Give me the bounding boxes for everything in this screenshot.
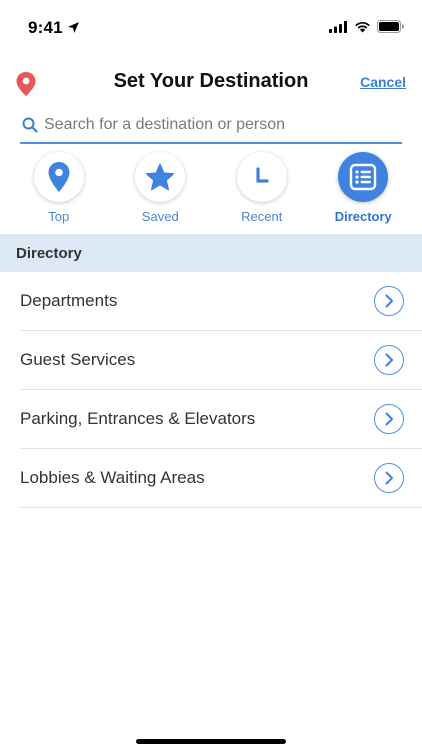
list-item-label: Departments — [20, 291, 118, 310]
chevron-right-icon[interactable] — [374, 404, 404, 434]
tab-recent[interactable]: Recent — [218, 152, 306, 230]
tab-recent-label: Recent — [241, 209, 283, 224]
cellular-signal-icon — [329, 20, 347, 33]
cancel-button[interactable]: Cancel — [360, 74, 406, 90]
home-indicator[interactable] — [136, 739, 286, 744]
tab-top-label: Top — [48, 209, 70, 224]
destination-tabs: Top Saved Recent Directory — [0, 152, 422, 230]
list-item-parking[interactable]: Parking, Entrances & Elevators — [20, 390, 422, 449]
battery-icon — [377, 20, 404, 33]
list-item-guest-services[interactable]: Guest Services — [20, 331, 422, 390]
search-icon — [22, 117, 38, 133]
list-item-label: Guest Services — [20, 350, 136, 369]
header: Set Your Destination Cancel — [0, 54, 422, 110]
search-bar[interactable] — [20, 108, 402, 144]
section-header: Directory — [0, 234, 422, 272]
chevron-right-icon[interactable] — [374, 286, 404, 316]
tab-saved-label: Saved — [141, 209, 179, 224]
tab-top-button[interactable] — [33, 152, 84, 202]
status-time-text: 9:41 — [28, 18, 63, 37]
star-icon — [146, 163, 175, 190]
status-icons — [329, 20, 404, 33]
list-item-departments[interactable]: Departments — [20, 272, 422, 331]
list-item-label: Parking, Entrances & Elevators — [20, 409, 256, 428]
wifi-icon — [355, 21, 370, 32]
status-bar: 9:41 — [0, 0, 422, 54]
tab-directory-button[interactable] — [338, 152, 389, 202]
chevron-right-icon[interactable] — [374, 463, 404, 493]
status-time: 9:41 — [28, 18, 80, 38]
page-title: Set Your Destination — [113, 70, 309, 92]
list-item-label: Lobbies & Waiting Areas — [20, 468, 205, 487]
tab-top[interactable]: Top — [15, 152, 103, 230]
list-icon — [350, 163, 377, 191]
chevron-right-icon[interactable] — [374, 345, 404, 375]
tab-saved-button[interactable] — [135, 152, 186, 202]
clock-icon — [256, 167, 269, 183]
map-pin-icon — [48, 162, 70, 192]
directory-list: Departments Guest Services Parking, Entr… — [0, 272, 422, 508]
tab-directory-label: Directory — [334, 209, 392, 224]
location-arrow-icon — [67, 21, 79, 33]
tab-directory[interactable]: Directory — [319, 152, 407, 230]
tab-recent-button[interactable] — [236, 152, 287, 202]
search-input[interactable] — [44, 116, 384, 134]
tab-saved[interactable]: Saved — [116, 152, 204, 230]
list-item-lobbies[interactable]: Lobbies & Waiting Areas — [20, 449, 422, 508]
